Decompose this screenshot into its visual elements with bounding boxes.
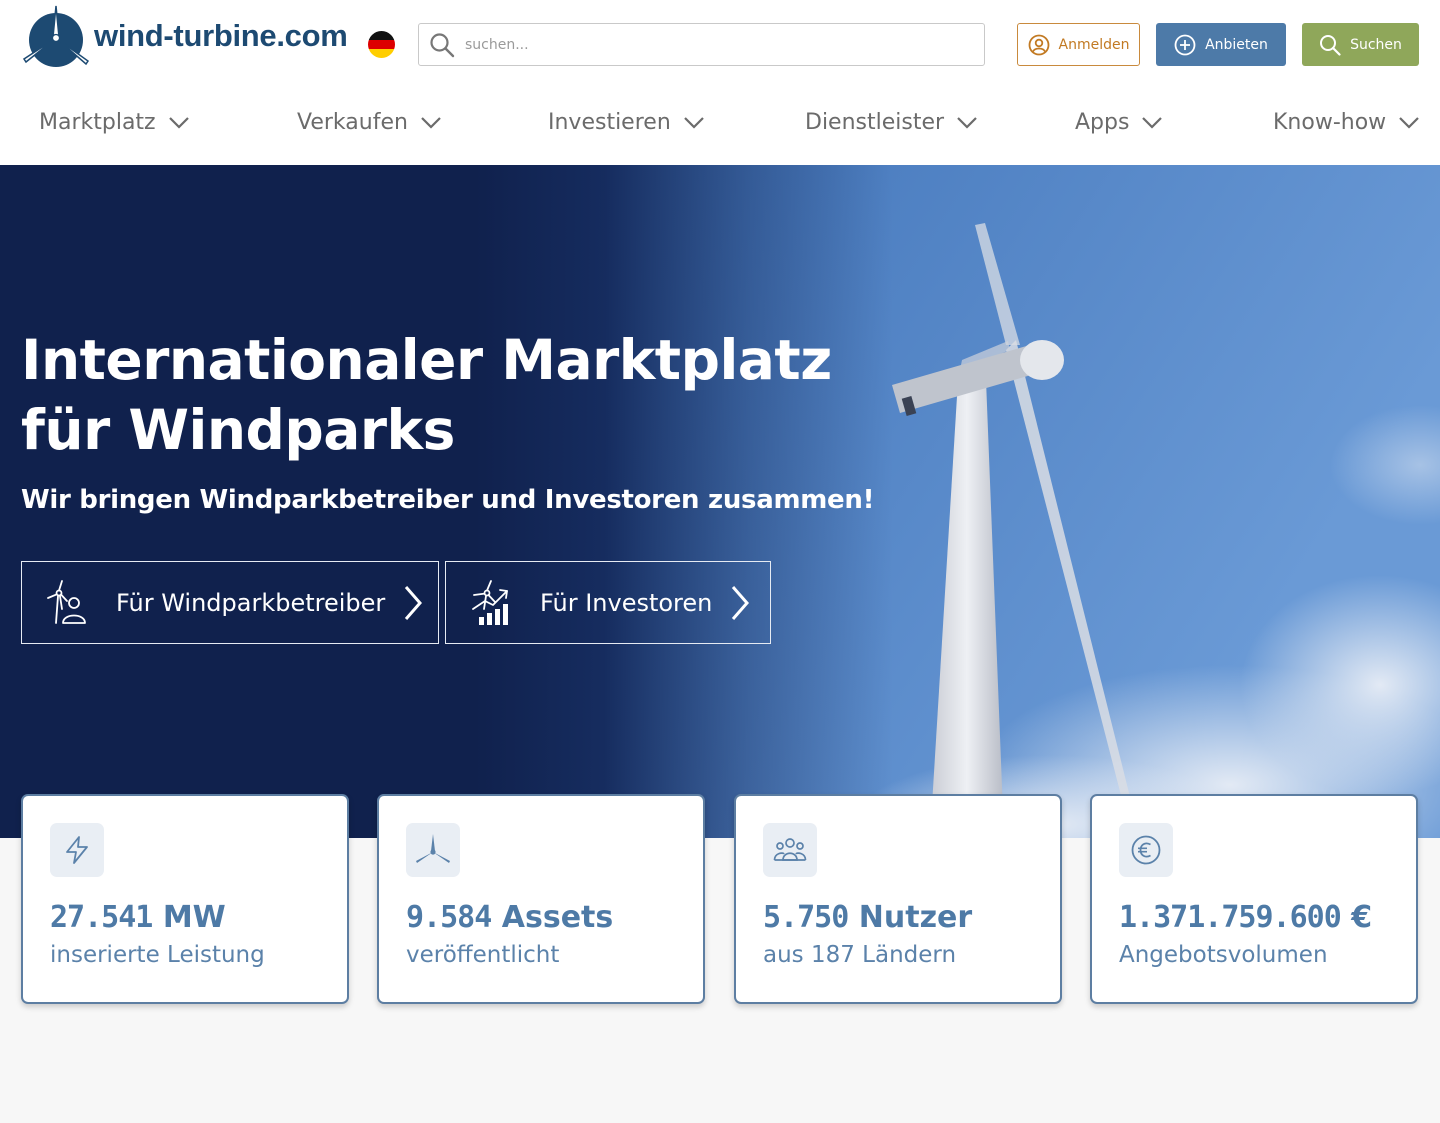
offer-label: Anbieten <box>1205 36 1268 53</box>
wind-turbine-logo-icon <box>22 5 90 67</box>
search-box[interactable] <box>418 23 985 66</box>
nav-item-investieren[interactable]: Investieren <box>548 100 705 144</box>
main-navigation: Marktplatz Verkaufen Investieren Dienstl… <box>0 100 1440 144</box>
stat-card-users: 5.750 Nutzer aus 187 Ländern <box>734 794 1062 1004</box>
operator-cta-label: Für Windparkbetreiber <box>116 588 386 617</box>
site-logo[interactable]: wind-turbine.com <box>22 4 348 68</box>
operator-cta-button[interactable]: Für Windparkbetreiber <box>21 561 439 644</box>
login-button[interactable]: Anmelden <box>1017 23 1140 66</box>
search-input[interactable] <box>465 36 945 53</box>
stat-value: 1.371.759.600 € <box>1119 900 1372 935</box>
stat-number: 27.541 <box>50 900 153 935</box>
nav-label: Apps <box>1075 109 1130 135</box>
chevron-down-icon <box>1142 117 1163 129</box>
nav-label: Investieren <box>548 109 671 135</box>
user-circle-icon <box>1028 34 1049 55</box>
hero-subtitle: Wir bringen Windparkbetreiber und Invest… <box>21 485 875 515</box>
investor-cta-label: Für Investoren <box>540 588 713 617</box>
nav-label: Marktplatz <box>39 109 156 135</box>
stat-unit: € <box>1351 900 1373 935</box>
stat-card-assets: 9.584 Assets veröffentlicht <box>377 794 705 1004</box>
chevron-right-icon <box>405 585 423 620</box>
login-label: Anmelden <box>1058 36 1130 53</box>
chevron-down-icon <box>957 117 977 129</box>
nav-item-apps[interactable]: Apps <box>1075 100 1163 144</box>
stat-card-capacity: 27.541 MW inserierte Leistung <box>21 794 349 1004</box>
search-icon <box>1320 34 1341 56</box>
euro-icon <box>1119 823 1173 877</box>
plus-circle-icon <box>1174 34 1196 55</box>
site-header: wind-turbine.com Anmelden Anbieten <box>0 0 1440 165</box>
search-icon <box>430 32 455 57</box>
chevron-down-icon <box>168 117 189 129</box>
turbine-rotor-icon <box>406 823 460 877</box>
hero-title: Internationaler Marktplatz für Windparks <box>21 328 832 462</box>
stat-value: 27.541 MW <box>50 900 226 935</box>
german-flag-icon[interactable] <box>368 31 395 58</box>
stat-number: 9.584 <box>406 900 492 935</box>
turbine-growth-chart-icon <box>469 579 513 627</box>
chevron-right-icon <box>732 585 750 620</box>
stat-card-volume: 1.371.759.600 € Angebotsvolumen <box>1090 794 1418 1004</box>
turbine-operator-icon <box>45 579 89 627</box>
investor-cta-button[interactable]: Für Investoren <box>445 561 771 644</box>
find-label: Suchen <box>1350 36 1402 53</box>
nav-label: Know-how <box>1273 109 1387 135</box>
stat-label: Angebotsvolumen <box>1119 942 1328 968</box>
stat-unit: MW <box>162 900 226 935</box>
lightning-icon <box>50 823 104 877</box>
nav-item-verkaufen[interactable]: Verkaufen <box>297 100 442 144</box>
stat-value: 9.584 Assets <box>406 900 613 935</box>
nav-label: Verkaufen <box>297 109 408 135</box>
users-group-icon <box>763 823 817 877</box>
find-button[interactable]: Suchen <box>1302 23 1419 66</box>
stat-label: inserierte Leistung <box>50 942 265 968</box>
nav-label: Dienstleister <box>805 109 945 135</box>
stat-unit: Assets <box>501 900 614 935</box>
nav-item-marktplatz[interactable]: Marktplatz <box>39 100 190 144</box>
stat-label: veröffentlicht <box>406 942 560 968</box>
offer-button[interactable]: Anbieten <box>1156 23 1286 66</box>
nav-item-know-how[interactable]: Know-how <box>1273 100 1420 144</box>
stat-value: 5.750 Nutzer <box>763 900 972 935</box>
stat-unit: Nutzer <box>858 900 973 935</box>
chevron-down-icon <box>683 117 704 129</box>
stat-label: aus 187 Ländern <box>763 942 957 968</box>
hero-section: Internationaler Marktplatz für Windparks… <box>0 165 1440 838</box>
chevron-down-icon <box>421 117 441 129</box>
stat-number: 5.750 <box>763 900 849 935</box>
chevron-down-icon <box>1399 117 1419 129</box>
stat-number: 1.371.759.600 <box>1119 900 1342 935</box>
logo-wordmark: wind-turbine.com <box>94 18 348 53</box>
nav-item-dienstleister[interactable]: Dienstleister <box>805 100 978 144</box>
